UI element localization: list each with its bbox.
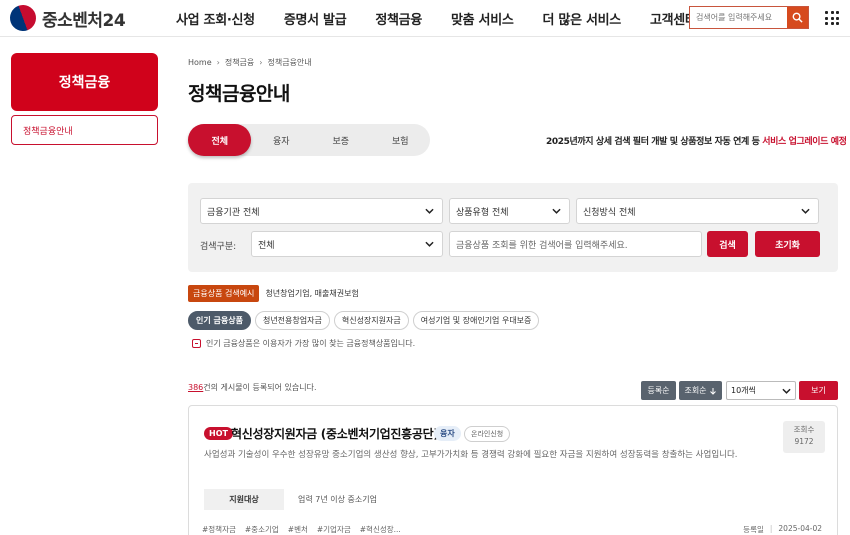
tab-insurance[interactable]: 보험 [371,124,431,156]
product-type-select[interactable]: 상품유형 전체 [449,198,570,224]
result-count: 386건의 게시물이 등록되어 있습니다. [188,382,317,393]
card-description: 사업성과 기술성이 우수한 성장유망 중소기업의 생산성 향상, 고부가가치화 … [204,450,738,460]
support-target-label: 지원대상 [204,489,284,510]
chevron-right-icon: › [259,58,263,67]
chip-women-disabled[interactable]: 여성기업 및 장애인기업 우대보증 [412,311,540,330]
popular-info-text: 인기 금융상품은 이용자가 가장 많이 찾는 금융정책상품입니다. [206,339,416,348]
search-example-text: 청년창업기업, 매출채권보험 [265,289,359,298]
logo-text: 중소벤처24 [42,10,126,31]
filter-panel: 금융기관 전체 상품유형 전체 신청방식 전체 검색구분: 전체 금융상품 조회… [188,183,838,272]
breadcrumb-current: 정책금융안내 [267,58,312,67]
product-type-select-value: 상품유형 전체 [456,207,509,218]
taegeuk-logo-icon [6,1,40,35]
nav-item-business[interactable]: 사업 조회·신청 [176,9,255,28]
tab-guarantee[interactable]: 보증 [311,124,371,156]
support-target-value: 업력 7년 이상 중소기업 [298,495,377,504]
chip-youth-startup[interactable]: 청년전용창업자금 [254,311,330,330]
hashtag[interactable]: #중소기업 [245,524,279,535]
sort-by-registration-button[interactable]: 등록순 [641,381,676,400]
result-count-number: 386 [188,383,204,392]
category-tabs: 전체 융자 보증 보험 [188,124,430,156]
nav-item-certificate[interactable]: 증명서 발급 [284,9,347,28]
product-search-input[interactable]: 금융상품 조회를 위한 검색어를 입력해주세요. [449,231,702,257]
reset-button[interactable]: 초기화 [755,231,820,257]
view-count-label: 조회수 [793,425,815,434]
chevron-down-icon [801,208,810,214]
registration-date-label: 등록일 [743,525,764,534]
popular-chips: 인기 금융상품 청년전용창업자금 혁신성장지원자금 여성기업 및 장애인기업 우… [188,311,540,330]
all-menu-grid-icon[interactable] [825,11,839,25]
breadcrumb-policy-finance[interactable]: 정책금융 [225,57,254,68]
notice-highlight: 서비스 업그레이드 예정 [762,137,847,147]
divider: | [769,524,773,533]
chevron-right-icon: › [216,58,220,67]
chip-innovation-growth[interactable]: 혁신성장지원자금 [333,311,409,330]
online-apply-tag: 온라인신청 [464,426,511,442]
search-scope-select-value: 전체 [258,240,275,251]
hashtag[interactable]: #정책자금 [202,524,236,535]
institution-select[interactable]: 금융기관 전체 [200,198,443,224]
view-count-value: 9172 [794,437,814,446]
per-page-value: 10개씩 [731,386,756,395]
nav-item-custom-service[interactable]: 맞춤 서비스 [451,9,514,28]
sidebar-title: 정책금융 [11,53,158,111]
per-page-select[interactable]: 10개씩 [726,381,796,400]
view-count-box: 조회수 9172 [783,421,825,453]
hashtag[interactable]: #혁신성장... [360,524,401,535]
support-target-row: 지원대상 업력 7년 이상 중소기업 [204,489,824,510]
chip-popular[interactable]: 인기 금융상품 [188,311,251,330]
registration-date: 등록일 | 2025-04-02 [743,524,822,535]
hashtag-list: #정책자금 #중소기업 #벤처 #기업자금 #혁신성장... [202,524,401,535]
search-example-row: 금융상품 검색예시 청년창업기업, 매출채권보험 [188,285,359,302]
result-count-suffix: 건의 게시물이 등록되어 있습니다. [203,383,317,392]
hot-badge: HOT [204,427,233,440]
chevron-down-icon [425,241,434,247]
nav-item-more-services[interactable]: 더 많은 서비스 [543,9,622,28]
tab-all[interactable]: 전체 [188,124,252,156]
breadcrumb-home[interactable]: Home [188,58,212,67]
sort-by-views-button[interactable]: 조회순 [679,381,722,400]
hashtag[interactable]: #벤처 [288,524,308,535]
arrow-down-icon [709,387,716,395]
sidebar-item-policy-finance-info[interactable]: 정책금융안내 [11,115,158,145]
chevron-down-icon [782,388,791,394]
site-logo[interactable]: 중소벤처24 [6,1,126,35]
registration-date-value: 2025-04-02 [778,524,822,533]
sort-by-views-label: 조회순 [684,386,707,395]
top-header: 중소벤처24 사업 조회·신청 증명서 발급 정책금융 맞춤 서비스 더 많은 … [0,0,850,37]
breadcrumb: Home › 정책금융 › 정책금융안내 [188,57,312,68]
header-search-button[interactable] [787,7,808,28]
apply-method-select-value: 신청방식 전체 [583,207,636,218]
institution-select-value: 금융기관 전체 [207,207,260,218]
upgrade-notice: 2025년까지 상세 검색 필터 개발 및 상품정보 자동 연계 등 서비스 업… [546,134,847,147]
header-search [689,6,809,29]
card-title[interactable]: 혁신성장지원자금 (중소벤처기업진흥공단) [231,425,439,442]
search-scope-label: 검색구분: [200,242,237,252]
finance-product-card[interactable]: HOT 혁신성장지원자금 (중소벤처기업진흥공단) 융자 온라인신청 조회수 9… [188,405,838,535]
popular-info-row: 인기 금융상품은 이용자가 가장 많이 찾는 금융정책상품입니다. [192,338,415,349]
main-nav: 사업 조회·신청 증명서 발급 정책금융 맞춤 서비스 더 많은 서비스 고객센… [176,0,726,37]
info-icon [192,339,201,348]
search-scope-select[interactable]: 전체 [251,231,443,257]
view-button[interactable]: 보기 [799,381,838,400]
hashtag[interactable]: #기업자금 [317,524,351,535]
header-search-input[interactable] [690,7,787,28]
search-example-badge: 금융상품 검색예시 [188,285,260,302]
page-title: 정책금융안내 [188,83,290,105]
search-button[interactable]: 검색 [707,231,748,257]
product-type-tag: 융자 [434,426,461,441]
chevron-down-icon [552,208,561,214]
chevron-down-icon [425,208,434,214]
tab-loan[interactable]: 융자 [251,124,311,156]
apply-method-select[interactable]: 신청방식 전체 [576,198,819,224]
nav-item-policy-finance[interactable]: 정책금융 [375,9,422,28]
search-icon [792,12,803,23]
notice-prefix: 2025년까지 상세 검색 필터 개발 및 상품정보 자동 연계 등 [546,137,763,147]
